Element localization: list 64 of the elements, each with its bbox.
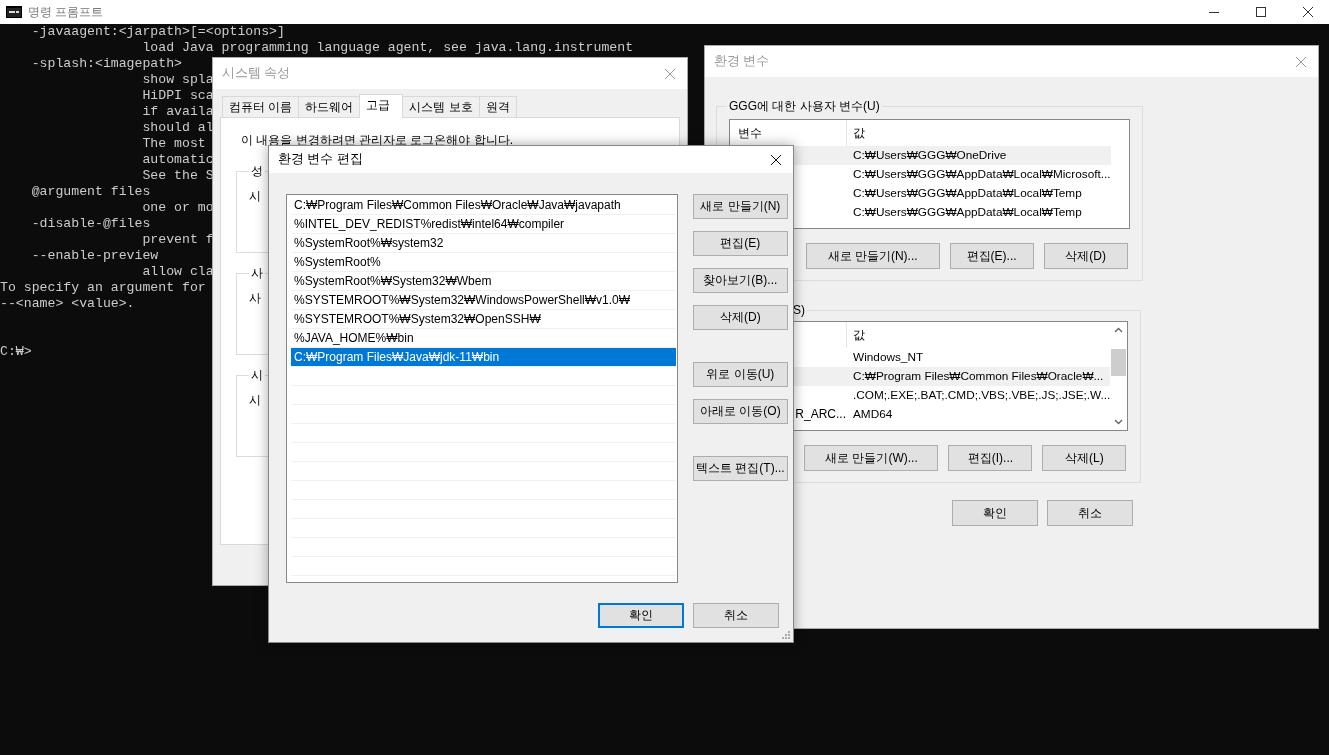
list-item[interactable]: C:₩Program Files₩Java₩jdk-11₩bin (291, 348, 676, 367)
dialog-button[interactable]: 삭제(D) (1043, 243, 1128, 269)
tab[interactable]: 고급 (359, 94, 404, 118)
group-label: 사 (250, 265, 264, 282)
ok-button[interactable]: 확인 (952, 500, 1038, 526)
dialog-button[interactable]: 찾아보기(B)... (693, 268, 788, 293)
group-text: 사 (249, 290, 261, 307)
dialog-button[interactable]: 편집(E) (693, 231, 788, 256)
cancel-button[interactable]: 취소 (1047, 500, 1133, 526)
close-icon[interactable] (770, 153, 782, 166)
group-label: 시 (250, 367, 264, 384)
dialog-button[interactable]: 삭제(D) (693, 305, 788, 330)
console-text: if availa (141, 104, 214, 120)
tab[interactable]: 원격 (478, 96, 517, 117)
dialog-button[interactable]: 위로 이동(U) (693, 362, 788, 387)
group-text: 시 (249, 188, 261, 205)
maximize-icon[interactable] (1255, 6, 1267, 18)
console-text: allow cla (141, 264, 214, 280)
window-title: 시스템 속성 (222, 65, 291, 82)
dialog-button[interactable]: 텍스트 편집(T)... (693, 456, 788, 481)
dialog-button[interactable]: 새로 만들기(N)... (805, 243, 940, 269)
console-text: To specify an argument for (0, 280, 206, 296)
tab[interactable]: 컴퓨터 이름 (222, 96, 300, 117)
dialog-button[interactable]: 편집(E)... (949, 243, 1034, 269)
group-label: 성 (250, 163, 264, 180)
dialog-button[interactable]: 편집(I)... (948, 445, 1033, 471)
console-text: automatic (141, 152, 214, 168)
list-item[interactable]: %SYSTEMROOT%₩System32₩OpenSSH₩ (291, 310, 676, 329)
close-icon[interactable] (1302, 6, 1314, 18)
console-prompt: C:₩> (0, 344, 32, 360)
cancel-button[interactable]: 취소 (693, 603, 779, 628)
group-label: GGG에 대한 사용자 변수(U) (728, 98, 881, 115)
console-text: --<name> <value>. (0, 296, 135, 312)
column-header[interactable]: 값 (847, 124, 865, 142)
dialog-button[interactable]: 아래로 이동(O) (693, 399, 788, 424)
console-text: The most (141, 136, 206, 152)
console-text: @argument files (30, 184, 151, 200)
list-item[interactable]: %SystemRoot%₩System32₩Wbem (291, 272, 676, 291)
dialog-button[interactable]: 삭제(L) (1042, 445, 1127, 471)
console-text: -splash:<imagepath> (30, 56, 183, 72)
console-text: -disable-@files (30, 216, 151, 232)
console-text: should al (141, 120, 214, 136)
console-text: load Java programming language agent, see java.lang.instrument (141, 40, 634, 56)
console-text: HiDPI sca (141, 88, 214, 104)
list-item[interactable]: C:₩Program Files₩Common Files₩Oracle₩Java₩javapath (291, 196, 676, 215)
window-title: 명령 프롬프트 (28, 3, 104, 21)
group-text: 시 (249, 392, 261, 409)
window-title: 환경 변수 편집 (278, 151, 363, 168)
console-text: show spla (141, 72, 214, 88)
list-item[interactable]: %SystemRoot% (291, 253, 676, 272)
column-header[interactable]: 값 (847, 326, 865, 344)
terminal-icon (6, 6, 22, 18)
list-item[interactable]: %INTEL_DEV_REDIST%redist₩intel64₩compiler (291, 215, 676, 234)
window-title: 환경 변수 (714, 53, 770, 70)
group-label: S) (792, 303, 806, 317)
list-item[interactable]: %SystemRoot%₩system32 (291, 234, 676, 253)
dialog-button[interactable]: 새로 만들기(W)... (804, 445, 939, 471)
console-text: --enable-preview (30, 248, 159, 264)
scrollbar-thumb[interactable] (1111, 349, 1127, 376)
ok-button[interactable]: 확인 (598, 603, 684, 628)
resize-grip-icon[interactable] (781, 630, 791, 640)
console-text: -javaagent:<jarpath>[=<options>] (30, 24, 285, 40)
list-item[interactable]: %SYSTEMROOT%₩System32₩WindowsPowerShell₩v1.0₩ (291, 291, 676, 310)
dialog-button[interactable]: 새로 만들기(N) (693, 194, 788, 219)
